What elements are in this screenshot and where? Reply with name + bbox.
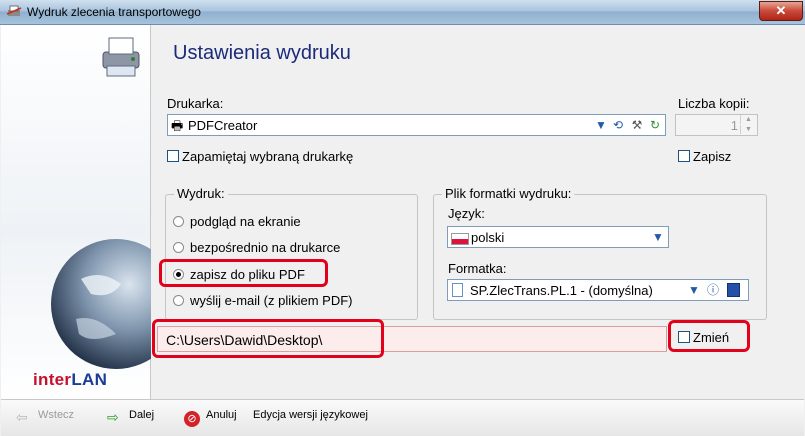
language-edition-button[interactable]: Edycja wersji językowej — [253, 409, 368, 421]
page-title: Ustawienia wydruku — [173, 42, 351, 64]
cancel-button[interactable]: ⊘ Anuluj — [184, 409, 237, 427]
copies-spinner[interactable]: 1 ▲ ▼ — [675, 114, 758, 136]
logo-part-inter: inter — [33, 370, 72, 389]
checkbox-box — [167, 150, 179, 162]
template-select[interactable]: SP.ZlecTrans.PL.1 - (domyślna) ▼ ⓘ — [447, 279, 749, 301]
language-value: polski — [471, 230, 505, 245]
printer-label: Drukarka: — [167, 96, 224, 111]
printer-illustration-icon — [102, 37, 140, 77]
radio-button — [173, 216, 184, 227]
document-icon — [452, 283, 463, 297]
window-title: Wydruk zlecenia transportowego — [27, 5, 201, 19]
dialog-window: Wydruk zlecenia transportowego ✕ interLA… — [0, 0, 805, 436]
printer-value: PDFCreator — [188, 118, 258, 133]
template-file-title: Plik formatki wydruku: — [442, 186, 575, 201]
sidebar: interLAN — [1, 25, 151, 399]
info-icon[interactable]: ⓘ — [705, 282, 721, 298]
close-button[interactable]: ✕ — [759, 1, 803, 21]
logo-part-lan: LAN — [71, 370, 108, 389]
language-edition-label: Edycja wersji językowej — [253, 409, 368, 421]
radio-direct-print[interactable]: bezpośrednio na drukarce — [173, 240, 340, 255]
dropdown-arrow-icon[interactable]: ▼ — [686, 282, 702, 298]
highlight-output-path — [152, 319, 384, 358]
print-mode-title: Wydruk: — [174, 186, 228, 201]
next-button[interactable]: ⇨ Dalej — [107, 409, 154, 425]
spin-up-icon[interactable]: ▲ — [740, 115, 756, 124]
main-panel: Ustawienia wydruku Drukarka: 🖶 PDFCreato… — [151, 25, 804, 399]
radio-button — [173, 242, 184, 253]
flag-pl-icon — [451, 233, 469, 245]
next-arrow-icon: ⇨ — [107, 409, 119, 425]
refresh-printers-icon[interactable]: ⟲ — [610, 117, 626, 133]
close-icon: ✕ — [775, 3, 787, 18]
highlight-change-checkbox — [668, 320, 750, 352]
template-value: SP.ZlecTrans.PL.1 - (domyślna) — [470, 283, 653, 298]
checkbox-box — [678, 150, 690, 162]
title-bar: Wydruk zlecenia transportowego ✕ — [0, 0, 805, 25]
back-button-label: Wstecz — [38, 409, 75, 421]
template-label: Formatka: — [448, 261, 507, 276]
radio-direct-print-label: bezpośrednio na drukarce — [190, 240, 341, 255]
save-copies-label: Zapisz — [693, 149, 732, 164]
dropdown-arrow-icon[interactable]: ▼ — [650, 229, 666, 245]
back-button[interactable]: ⇦ Wstecz — [16, 409, 74, 425]
save-disk-icon[interactable] — [727, 283, 740, 297]
dropdown-arrow-icon[interactable]: ▼ — [593, 117, 609, 133]
printer-settings-icon[interactable]: ⚒ — [629, 117, 645, 133]
radio-button — [173, 295, 184, 306]
highlight-save-pdf — [159, 259, 328, 287]
language-select[interactable]: polski ▼ — [447, 226, 669, 248]
copies-label: Liczba kopii: — [678, 96, 750, 111]
printer-icon: 🖶 — [171, 118, 184, 133]
printer-app-icon — [6, 5, 22, 16]
back-arrow-icon: ⇦ — [16, 409, 28, 425]
bottom-toolbar: ⇦ Wstecz ⇨ Dalej ⊘ Anuluj Edycja wersji jęz… — [1, 399, 804, 436]
cancel-button-label: Anuluj — [206, 409, 237, 421]
save-copies-checkbox[interactable]: Zapisz — [678, 149, 731, 164]
spin-down-icon[interactable]: ▼ — [740, 125, 756, 134]
copies-value: 1 — [730, 118, 738, 133]
next-button-label: Dalej — [129, 409, 155, 421]
radio-preview-label: podgląd na ekranie — [190, 214, 301, 229]
remember-printer-label: Zapamiętaj wybraną drukarkę — [182, 149, 354, 164]
globe-illustration — [51, 239, 151, 369]
radio-preview[interactable]: podgląd na ekranie — [173, 214, 301, 229]
radio-email-pdf[interactable]: wyślij e-mail (z plikiem PDF) — [173, 293, 353, 308]
cancel-icon: ⊘ — [184, 411, 200, 427]
reload-icon[interactable]: ↻ — [647, 117, 663, 133]
language-label: Język: — [448, 206, 485, 221]
remember-printer-checkbox[interactable]: Zapamiętaj wybraną drukarkę — [167, 149, 353, 164]
printer-select[interactable]: 🖶 PDFCreator ▼ ⟲ ⚒ ↻ — [167, 114, 666, 136]
radio-email-pdf-label: wyślij e-mail (z plikiem PDF) — [190, 293, 353, 308]
interlan-logo: interLAN — [33, 370, 107, 390]
